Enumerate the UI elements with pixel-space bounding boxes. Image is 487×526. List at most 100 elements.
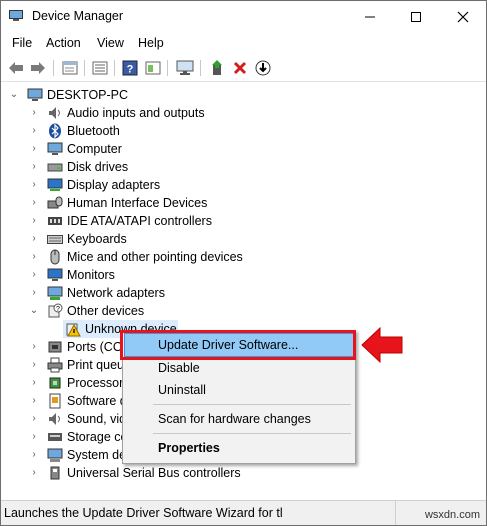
watermark: wsxdn.com	[424, 509, 480, 521]
tree-item-monitors[interactable]: › Monitors	[1, 266, 301, 284]
device-manager-app-icon	[9, 10, 23, 21]
menu-view[interactable]: View	[97, 36, 124, 50]
back-icon	[9, 62, 23, 74]
expand-chevron-icon[interactable]: ›	[29, 287, 39, 299]
expand-chevron-icon[interactable]: ›	[29, 179, 39, 191]
printer-icon	[47, 357, 63, 373]
back-button[interactable]	[7, 59, 25, 77]
tree-item-label: Bluetooth	[67, 124, 120, 138]
view-button[interactable]	[144, 59, 162, 77]
update-driver-button[interactable]	[208, 59, 226, 77]
tree-item-hid[interactable]: › Human Interface Devices	[1, 194, 301, 212]
menu-separator	[153, 404, 351, 405]
tree-item-label: Storage co	[67, 430, 128, 444]
collapse-chevron-icon[interactable]: ⌄	[29, 305, 39, 317]
tree-item-ide[interactable]: › IDE ATA/ATAPI controllers	[1, 212, 301, 230]
disable-menu-item[interactable]: Disable	[125, 357, 353, 379]
collapse-chevron-icon[interactable]: ⌄	[9, 89, 19, 101]
tree-root-desktop-pc[interactable]: ⌄ DESKTOP-PC	[1, 86, 301, 104]
minimize-icon	[365, 16, 375, 18]
usb-icon	[50, 466, 60, 480]
maximize-icon	[411, 12, 421, 22]
toolbar: ?	[1, 55, 486, 82]
tree-item-label: Computer	[67, 142, 122, 156]
window-title: Device Manager	[32, 9, 124, 23]
uninstall-menu-item[interactable]: Uninstall	[125, 379, 353, 401]
expand-chevron-icon[interactable]: ›	[29, 269, 39, 281]
expand-chevron-icon[interactable]: ›	[29, 377, 39, 389]
uninstall-icon	[233, 61, 247, 75]
tree-item-label: Other devices	[67, 304, 145, 318]
tree-item-label: Network adapters	[67, 286, 165, 300]
expand-chevron-icon[interactable]: ›	[29, 161, 39, 173]
software-device-icon	[49, 393, 61, 409]
keyboard-icon	[47, 235, 63, 244]
monitor-icon	[47, 268, 63, 281]
help-icon: ?	[122, 60, 138, 76]
expand-chevron-icon[interactable]: ›	[29, 215, 39, 227]
expand-chevron-icon[interactable]: ›	[29, 233, 39, 245]
properties-sheet-button[interactable]	[61, 59, 79, 77]
tree-item-keyboards[interactable]: › Keyboards	[1, 230, 301, 248]
minimize-button[interactable]	[347, 1, 393, 33]
expand-chevron-icon[interactable]: ›	[29, 251, 39, 263]
speaker-icon	[49, 107, 60, 119]
list-button[interactable]	[91, 59, 109, 77]
expand-chevron-icon[interactable]: ›	[29, 125, 39, 137]
other-devices-icon: ?	[48, 303, 63, 318]
expand-chevron-icon[interactable]: ›	[29, 413, 39, 425]
tree-item-disk-drives[interactable]: › Disk drives	[1, 158, 301, 176]
tree-item-bluetooth[interactable]: › Bluetooth	[1, 122, 301, 140]
red-arrow-icon	[361, 326, 403, 364]
close-icon	[457, 11, 469, 23]
properties-menu-item[interactable]: Properties	[125, 437, 353, 459]
expand-chevron-icon[interactable]: ›	[29, 449, 39, 461]
storage-controller-icon	[48, 433, 62, 441]
disk-drive-icon	[47, 163, 63, 172]
annotation-highlight-box	[120, 330, 356, 360]
menu-help[interactable]: Help	[138, 36, 164, 50]
help-button[interactable]: ?	[121, 59, 139, 77]
uninstall-button[interactable]	[231, 59, 249, 77]
svg-text:?: ?	[56, 306, 60, 313]
tree-item-label: Keyboards	[67, 232, 127, 246]
warning-device-icon	[66, 323, 81, 337]
computer-icon	[27, 88, 43, 101]
scan-button[interactable]	[176, 59, 194, 77]
expand-chevron-icon[interactable]: ›	[29, 107, 39, 119]
menu-separator	[153, 433, 351, 434]
tree-item-display-adapters[interactable]: › Display adapters	[1, 176, 301, 194]
expand-chevron-icon[interactable]: ›	[29, 197, 39, 209]
tree-item-label: Disk drives	[67, 160, 129, 174]
close-button[interactable]	[440, 1, 486, 33]
processor-icon	[49, 377, 61, 389]
port-icon	[48, 341, 62, 353]
expand-chevron-icon[interactable]: ›	[29, 395, 39, 407]
expand-chevron-icon[interactable]: ›	[29, 341, 39, 353]
properties-icon	[62, 61, 78, 75]
expand-chevron-icon[interactable]: ›	[29, 143, 39, 155]
tree-item-usb[interactable]: › Universal Serial Bus controllers	[1, 464, 301, 482]
status-bar: Launches the Update Driver Software Wiza…	[1, 500, 486, 525]
tree-item-audio[interactable]: › Audio inputs and outputs	[1, 104, 301, 122]
tree-item-mice[interactable]: › Mice and other pointing devices	[1, 248, 301, 266]
tree-item-computer[interactable]: › Computer	[1, 140, 301, 158]
title-bar: Device Manager	[1, 1, 486, 33]
tree-item-network[interactable]: › Network adapters	[1, 284, 301, 302]
scan-hardware-menu-item[interactable]: Scan for hardware changes	[125, 408, 353, 430]
tree-item-other-devices[interactable]: ⌄ ? Other devices	[1, 302, 301, 320]
computer-icon	[47, 142, 63, 155]
expand-chevron-icon[interactable]: ›	[29, 431, 39, 443]
tree-item-label: IDE ATA/ATAPI controllers	[67, 214, 212, 228]
maximize-button[interactable]	[393, 1, 439, 33]
tree-item-label: Display adapters	[67, 178, 161, 192]
menu-file[interactable]: File	[12, 36, 32, 50]
forward-button[interactable]	[29, 59, 47, 77]
menu-action[interactable]: Action	[46, 36, 81, 50]
display-adapter-icon	[47, 178, 63, 191]
expand-chevron-icon[interactable]: ›	[29, 467, 39, 479]
download-button[interactable]	[254, 59, 272, 77]
tree-item-label: Print queu	[67, 358, 124, 372]
expand-chevron-icon[interactable]: ›	[29, 359, 39, 371]
download-icon	[255, 60, 271, 76]
